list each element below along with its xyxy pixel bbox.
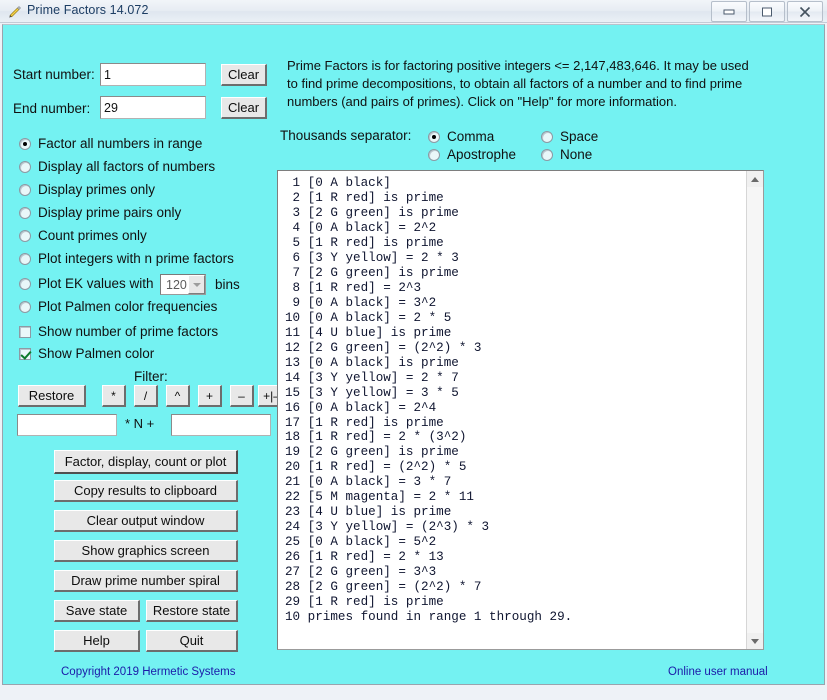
help-button[interactable]: Help [54,630,140,652]
window-title: Prime Factors 14.072 [27,3,149,17]
mode-factor-all-numbers-in-range[interactable]: Factor all numbers in range [19,136,202,151]
separator-option-label: Space [560,129,599,144]
filter-left-input[interactable] [17,414,117,436]
radio-icon [541,148,553,161]
filter-op-minus-button[interactable]: – [230,385,254,407]
mode-label: Count primes only [38,228,147,243]
save-state-button[interactable]: Save state [54,600,140,622]
show-graphics-screen-button[interactable]: Show graphics screen [54,540,238,562]
end-number-input[interactable] [100,96,206,119]
start-number-input[interactable] [100,63,206,86]
checkbox-icon [19,347,31,360]
separator-option-none[interactable]: None [541,147,592,162]
filter-op-plus-button[interactable]: + [198,385,222,407]
end-number-label: End number: [13,101,91,116]
client-area: Start number: Clear End number: Clear Pr… [2,24,825,685]
mode-count-primes-only[interactable]: Count primes only [19,228,147,243]
pencil-icon [9,6,21,18]
quit-button[interactable]: Quit [146,630,238,652]
minimize-button[interactable] [711,1,747,22]
checkbox-show-number-of-prime-factors[interactable]: Show number of prime factors [19,324,218,339]
bins-value: 120 [166,277,187,292]
bins-label: bins [215,277,240,292]
mode-label: Factor all numbers in range [38,136,203,151]
clear-start-button[interactable]: Clear [221,64,267,86]
thousands-separator-label: Thousands separator: [280,128,412,143]
title-bar: Prime Factors 14.072 [0,0,827,23]
filter-title: Filter: [134,369,168,384]
checkbox-show-palmen-color[interactable]: Show Palmen color [19,346,154,361]
chevron-down-icon[interactable] [188,275,205,294]
maximize-button[interactable] [749,1,785,22]
mode-plot-palmen-color-frequencies[interactable]: Plot Palmen color frequencies [19,299,217,314]
mode-label: Display all factors of numbers [38,159,216,174]
filter-op-power-button[interactable]: ^ [166,385,190,407]
radio-icon [428,148,440,161]
mode-label: Plot Palmen color frequencies [38,299,218,314]
radio-icon [541,130,553,143]
application-window: Prime Factors 14.072 Start number: Clear… [0,0,827,700]
filter-expression-label: * N + [125,416,155,431]
radio-icon [19,137,31,150]
checkbox-label: Show Palmen color [38,346,155,361]
filter-op-multiply-button[interactable]: * [102,385,126,407]
window-controls [711,1,823,22]
separator-option-comma[interactable]: Comma [428,129,494,144]
clear-end-button[interactable]: Clear [221,97,267,119]
restore-state-button[interactable]: Restore state [146,600,238,622]
start-number-label: Start number: [13,67,95,82]
radio-icon [19,300,31,313]
separator-option-apostrophe[interactable]: Apostrophe [428,147,516,162]
output-text: 1 [0 A black] 2 [1 R red] is prime 3 [2 … [285,176,573,625]
separator-option-label: Comma [447,129,495,144]
output-scrollbar[interactable] [746,171,763,649]
filter-restore-button[interactable]: Restore [18,385,86,407]
mode-display-all-factors[interactable]: Display all factors of numbers [19,159,215,174]
clear-output-window-button[interactable]: Clear output window [54,510,238,532]
mode-label: Display prime pairs only [38,205,182,220]
copy-results-to-clipboard-button[interactable]: Copy results to clipboard [54,480,238,502]
separator-option-label: None [560,147,593,162]
mode-plot-integers-with-n-prime-factors[interactable]: Plot integers with n prime factors [19,251,234,266]
mode-display-primes-only[interactable]: Display primes only [19,182,155,197]
separator-option-label: Apostrophe [447,147,517,162]
filter-op-divide-button[interactable]: / [134,385,158,407]
checkbox-label: Show number of prime factors [38,324,219,339]
radio-icon [19,252,31,265]
online-user-manual-link[interactable]: Online user manual [668,666,768,678]
close-button[interactable] [787,1,823,22]
description-line-1: Prime Factors is for factoring positive … [287,58,749,73]
copyright-text: Copyright 2019 Hermetic Systems [61,666,236,678]
separator-option-space[interactable]: Space [541,129,598,144]
mode-display-prime-pairs-only[interactable]: Display prime pairs only [19,205,181,220]
bins-combobox[interactable]: 120 [160,274,206,295]
radio-icon [19,206,31,219]
draw-prime-number-spiral-button[interactable]: Draw prime number spiral [54,570,238,592]
scroll-down-icon[interactable] [747,633,763,649]
checkbox-icon [19,325,31,338]
mode-label: Display primes only [38,182,156,197]
radio-icon [19,277,31,290]
description-line-2: to find prime decompositions, to obtain … [287,76,743,91]
radio-icon [19,160,31,173]
mode-plot-ek-values[interactable]: Plot EK values with [19,276,154,291]
scroll-up-icon[interactable] [747,171,763,187]
output-window[interactable]: 1 [0 A black] 2 [1 R red] is prime 3 [2 … [277,170,764,650]
description-line-3: numbers (and pairs of primes). Click on … [287,94,677,109]
scrollbar-thumb[interactable] [747,187,763,633]
mode-label: Plot EK values with [38,276,154,291]
filter-right-input[interactable] [171,414,271,436]
radio-icon [19,183,31,196]
mode-label: Plot integers with n prime factors [38,251,234,266]
radio-icon [428,130,440,143]
radio-icon [19,229,31,242]
factor-display-count-or-plot-button[interactable]: Factor, display, count or plot [54,450,238,474]
